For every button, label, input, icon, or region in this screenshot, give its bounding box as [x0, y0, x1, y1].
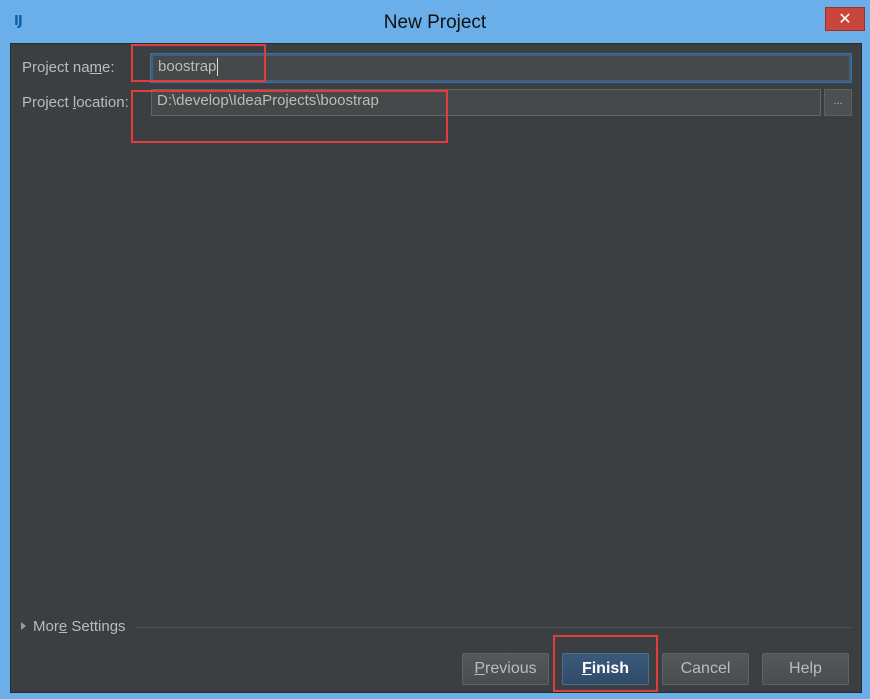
project-name-label: Project name:	[22, 59, 115, 76]
browse-location-button[interactable]: ...	[824, 89, 852, 116]
more-settings-toggle[interactable]: More Settings	[21, 618, 126, 635]
previous-button[interactable]: Previous	[462, 653, 549, 685]
cancel-button[interactable]: Cancel	[662, 653, 749, 685]
project-name-input[interactable]: boostrap	[151, 54, 851, 82]
dialog-title: New Project	[383, 12, 487, 33]
project-location-input[interactable]: D:\develop\IdeaProjects\boostrap	[151, 89, 821, 116]
title-bar[interactable]: IJ New Project ✕	[0, 0, 870, 42]
separator	[136, 627, 851, 628]
expand-triangle-icon	[21, 622, 26, 631]
close-icon: ✕	[838, 9, 852, 28]
text-caret	[217, 58, 219, 77]
help-button[interactable]: Help	[762, 653, 849, 685]
new-project-dialog: IJ New Project ✕ Project name: boostrap …	[0, 0, 870, 699]
dialog-content: Project name: boostrap Project location:…	[10, 43, 862, 693]
finish-button[interactable]: Finish	[562, 653, 649, 685]
close-button[interactable]: ✕	[825, 7, 865, 31]
project-location-label: Project location:	[22, 94, 129, 111]
